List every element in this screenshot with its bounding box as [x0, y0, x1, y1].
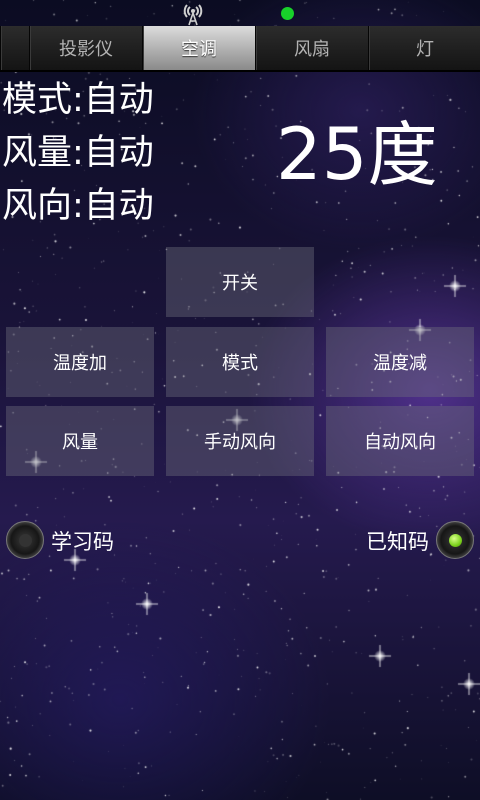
learn-code-radio[interactable] — [6, 521, 44, 559]
status-indicator-dot — [281, 7, 294, 20]
auto-direction-button[interactable]: 自动风向 — [326, 406, 474, 476]
tab-projector[interactable]: 投影仪 — [29, 26, 142, 70]
manual-direction-button[interactable]: 手动风向 — [166, 406, 314, 476]
status-bar — [0, 0, 480, 26]
tab-air-conditioner[interactable]: 空调 — [142, 26, 255, 70]
temperature-value: 25 — [276, 112, 368, 196]
known-code-label[interactable]: 已知码 — [366, 528, 429, 556]
temperature-unit: 度 — [367, 114, 438, 196]
power-button[interactable]: 开关 — [166, 247, 314, 317]
radio-dot — [19, 534, 32, 547]
tab-light[interactable]: 灯 — [368, 26, 480, 70]
mode-status: 模式:自动 — [2, 80, 154, 120]
fan-speed-status: 风量:自动 — [2, 133, 154, 173]
known-code-radio[interactable] — [436, 521, 474, 559]
fan-direction-status: 风向:自动 — [2, 186, 154, 226]
temperature-display: 25度 — [276, 112, 438, 197]
temp-down-button[interactable]: 温度减 — [326, 327, 474, 397]
tab-edge — [0, 26, 29, 70]
temp-up-button[interactable]: 温度加 — [6, 327, 154, 397]
learn-code-label[interactable]: 学习码 — [51, 528, 114, 556]
radio-dot — [449, 534, 462, 547]
mode-button[interactable]: 模式 — [166, 327, 314, 397]
tab-bar: 投影仪 空调 风扇 灯 — [0, 26, 480, 72]
fan-speed-button[interactable]: 风量 — [6, 406, 154, 476]
signal-tower-icon — [183, 4, 203, 26]
tab-fan[interactable]: 风扇 — [255, 26, 368, 70]
